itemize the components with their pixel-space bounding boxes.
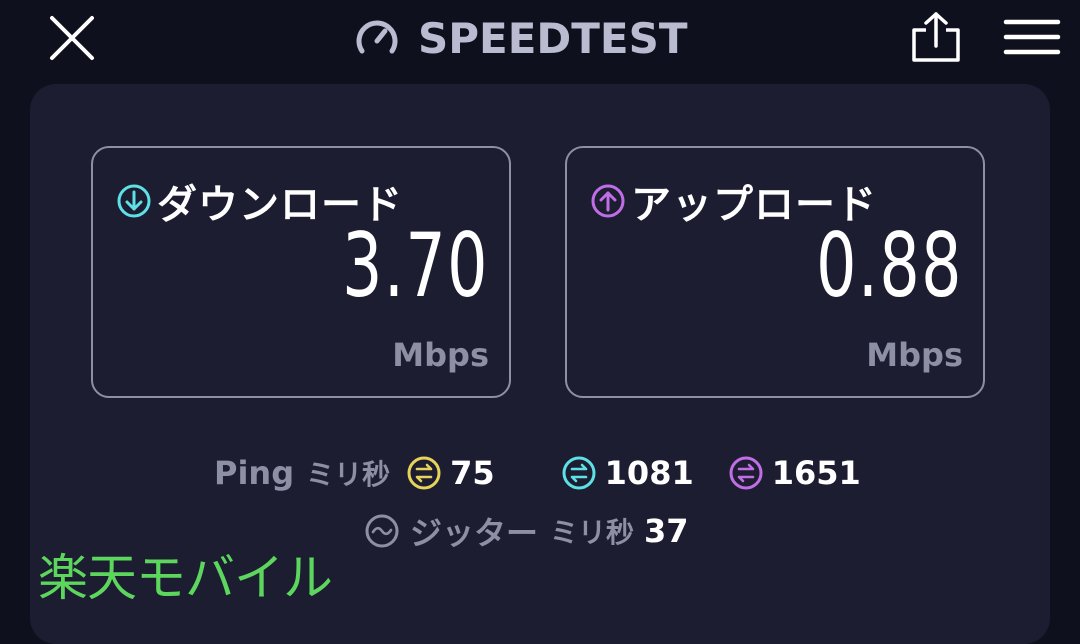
jitter-row: ジッター ミリ秒 37 (364, 510, 689, 552)
ping-row: Ping ミリ秒 75 1081 1651 (214, 452, 861, 494)
ping-upload-value: 1651 (771, 454, 861, 492)
app-title: SPEEDTEST (418, 13, 688, 63)
ping-label: Ping (214, 454, 295, 492)
ping-download-value: 1081 (604, 454, 694, 492)
download-arrow-icon (117, 184, 151, 218)
ping-idle-value: 75 (450, 454, 495, 492)
speedometer-icon (356, 20, 398, 54)
jitter-value: 37 (644, 512, 689, 550)
top-bar: SPEEDTEST (0, 0, 1080, 80)
jitter-unit: ミリ秒 (550, 516, 635, 549)
menu-icon (1003, 19, 1061, 55)
jitter-label: ジッター (410, 514, 539, 552)
download-speed-value: 3.70 (342, 214, 489, 317)
upload-unit: Mbps (866, 336, 963, 374)
download-card[interactable]: ダウンロード 3.70 Mbps (91, 146, 511, 398)
ping-unit: ミリ秒 (306, 458, 391, 491)
download-unit: Mbps (392, 336, 489, 374)
share-button[interactable] (908, 10, 964, 66)
upload-latency-icon (729, 456, 763, 490)
idle-latency-icon (407, 456, 441, 490)
download-latency-icon (562, 456, 596, 490)
jitter-icon (365, 514, 399, 548)
upload-card[interactable]: アップロード 0.88 Mbps (565, 146, 985, 398)
close-button[interactable] (46, 12, 98, 64)
share-icon (912, 12, 960, 62)
close-icon (50, 16, 94, 60)
upload-speed-value: 0.88 (816, 214, 963, 317)
upload-arrow-icon (591, 184, 625, 218)
speedtest-logo: SPEEDTEST (352, 10, 688, 66)
menu-button[interactable] (1002, 14, 1062, 60)
carrier-overlay-text: 楽天モバイル (38, 549, 333, 607)
